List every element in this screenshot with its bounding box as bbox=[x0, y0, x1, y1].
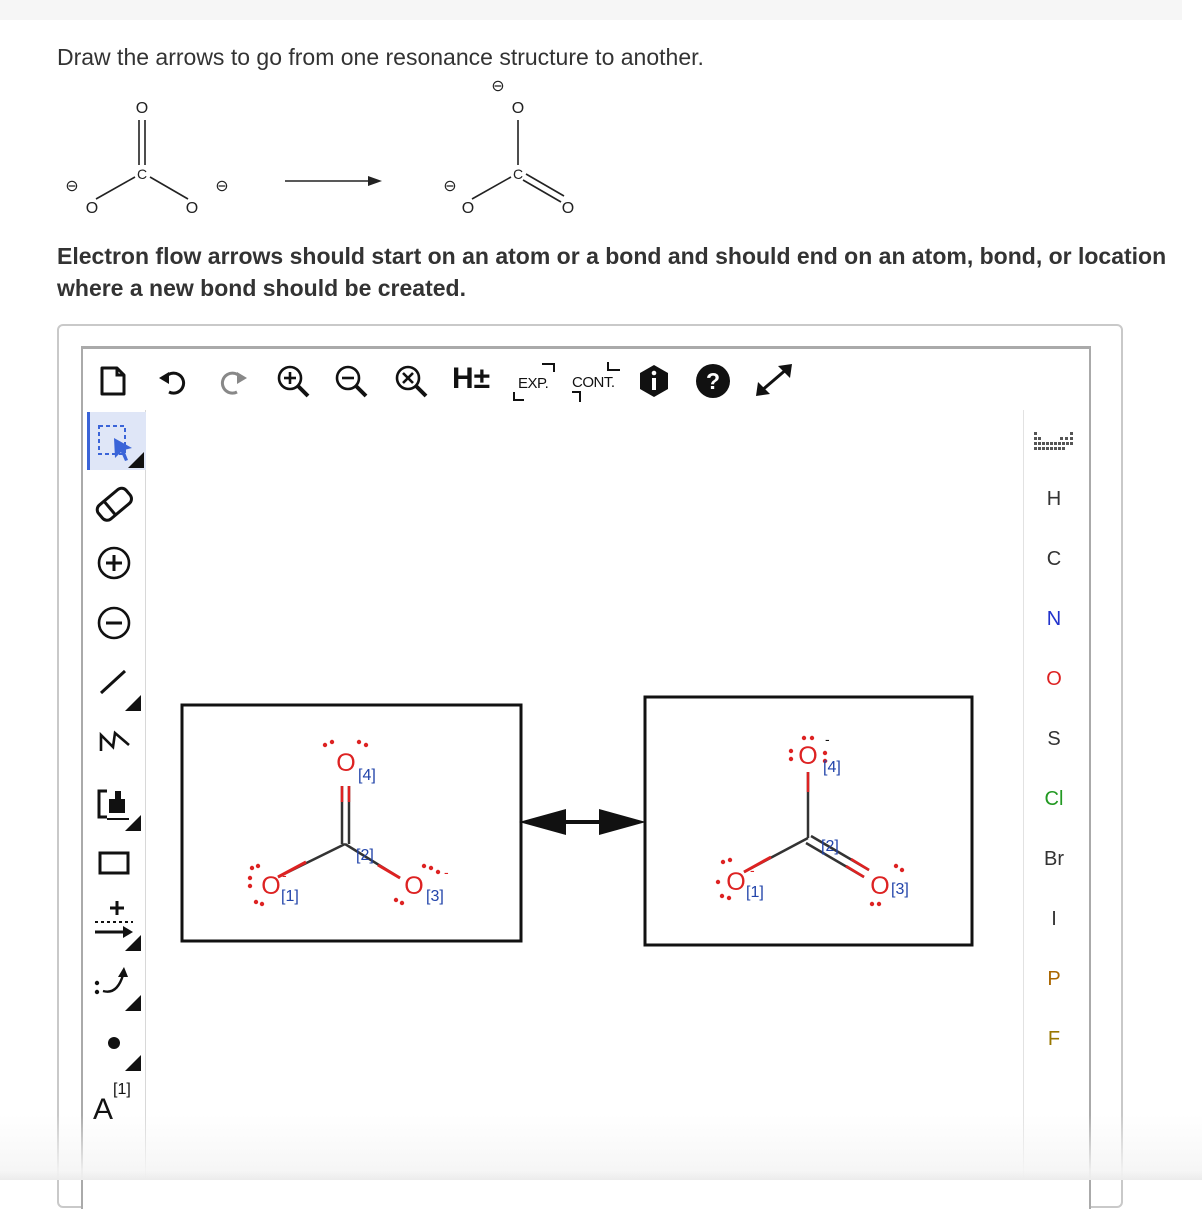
resonance-scheme: O C O O ⊖ ⊖ ⊖ O C O O ⊖ bbox=[65, 78, 574, 217]
hydrogen-toggle-button[interactable]: H± bbox=[452, 362, 490, 396]
single-bond-icon[interactable] bbox=[87, 655, 145, 713]
new-document-icon[interactable] bbox=[96, 364, 130, 398]
zoom-out-icon[interactable] bbox=[333, 363, 369, 399]
atom-map-letter: A bbox=[93, 1093, 114, 1126]
right-o4-atom: O bbox=[798, 742, 817, 770]
scheme-charge-top: ⊖ bbox=[491, 78, 504, 95]
atom-map-index: [1] bbox=[113, 1081, 131, 1098]
left-o1-atom: O bbox=[261, 872, 280, 900]
left-map-3: [3] bbox=[426, 888, 444, 905]
left-map-1: [1] bbox=[281, 888, 299, 905]
chain-icon[interactable] bbox=[87, 715, 145, 773]
scheme-atom-o-right-r: O bbox=[562, 200, 574, 217]
scheme-charge-right: ⊖ bbox=[215, 178, 228, 195]
left-o1-charge: - bbox=[282, 867, 287, 883]
svg-text:?: ? bbox=[706, 368, 720, 394]
radical-dot-icon[interactable] bbox=[87, 1015, 145, 1073]
zoom-in-icon[interactable] bbox=[275, 363, 311, 399]
scheme-left-structure: O C O O ⊖ ⊖ bbox=[65, 100, 228, 217]
left-o3-atom: O bbox=[404, 872, 423, 900]
scheme-atom-c: C bbox=[137, 166, 147, 182]
element-n-button[interactable]: N bbox=[1023, 608, 1085, 631]
left-map-2: [2] bbox=[356, 847, 374, 864]
right-map-2: [2] bbox=[821, 838, 839, 855]
element-f-button[interactable]: F bbox=[1023, 1028, 1085, 1051]
positive-charge-icon[interactable] bbox=[87, 535, 145, 593]
element-h-button[interactable]: H bbox=[1023, 488, 1085, 511]
eraser-icon[interactable] bbox=[87, 475, 145, 533]
left-map-4: [4] bbox=[358, 767, 376, 784]
template-bracket-icon[interactable] bbox=[87, 775, 145, 833]
scheme-charge-left: ⊖ bbox=[65, 178, 78, 195]
element-i-button[interactable]: I bbox=[1023, 908, 1085, 931]
scheme-atom-o-top-r: O bbox=[512, 100, 524, 117]
right-o4-charge: - bbox=[825, 731, 830, 747]
info-icon[interactable] bbox=[636, 363, 672, 399]
right-o3-atom: O bbox=[870, 872, 889, 900]
selection-lasso-icon bbox=[98, 425, 144, 468]
left-structure-box bbox=[180, 703, 523, 943]
left-o4-atom: O bbox=[336, 749, 355, 777]
scheme-atom-c-r: C bbox=[513, 166, 523, 182]
question-prompt: Draw the arrows to go from one resonance… bbox=[57, 44, 704, 70]
right-o1-charge: - bbox=[750, 862, 755, 878]
rectangle-icon[interactable] bbox=[87, 835, 145, 893]
help-icon[interactable]: ? bbox=[694, 362, 732, 400]
contract-button[interactable]: CONT. bbox=[570, 360, 622, 404]
redo-icon[interactable] bbox=[217, 366, 249, 398]
instruction-text: Electron flow arrows should start on an … bbox=[57, 243, 1167, 301]
expand-button[interactable]: EXP. bbox=[512, 360, 558, 404]
expand-label: EXP. bbox=[518, 375, 549, 392]
atom-map-tool[interactable]: A [1] bbox=[87, 1075, 145, 1133]
reaction-arrow-icon[interactable] bbox=[87, 895, 145, 953]
scheme-charge-left-r: ⊖ bbox=[443, 178, 456, 195]
element-c-button[interactable]: C bbox=[1023, 548, 1085, 571]
scheme-right-structure: ⊖ O C O O ⊖ bbox=[443, 78, 574, 217]
negative-charge-icon[interactable] bbox=[87, 595, 145, 653]
right-map-3: [3] bbox=[891, 881, 909, 898]
element-cl-button[interactable]: Cl bbox=[1023, 788, 1085, 811]
scheme-atom-o-top: O bbox=[136, 100, 148, 117]
right-map-1: [1] bbox=[746, 884, 764, 901]
select-tool[interactable] bbox=[87, 412, 148, 470]
zoom-reset-icon[interactable] bbox=[393, 363, 429, 399]
scheme-atom-o-left-r: O bbox=[462, 200, 474, 217]
element-s-button[interactable]: S bbox=[1023, 728, 1085, 751]
electron-flow-arrow-icon[interactable] bbox=[87, 955, 145, 1013]
fullscreen-icon[interactable] bbox=[752, 360, 796, 400]
undo-icon[interactable] bbox=[157, 366, 189, 398]
top-band bbox=[0, 0, 1182, 20]
right-o1-atom: O bbox=[726, 868, 745, 896]
canvas-drawing: O [4] [2] O [1] - O [3] - O [4] - [2] O … bbox=[180, 695, 974, 947]
scheme-atom-o-right: O bbox=[186, 200, 198, 217]
element-br-button[interactable]: Br bbox=[1023, 848, 1085, 871]
contract-label: CONT. bbox=[572, 374, 615, 391]
element-p-button[interactable]: P bbox=[1023, 968, 1085, 991]
scheme-atom-o-left: O bbox=[86, 200, 98, 217]
periodic-table-icon[interactable] bbox=[1034, 430, 1076, 452]
right-map-4: [4] bbox=[823, 759, 841, 776]
left-o3-charge: - bbox=[444, 864, 449, 880]
element-o-button[interactable]: O bbox=[1023, 668, 1085, 691]
